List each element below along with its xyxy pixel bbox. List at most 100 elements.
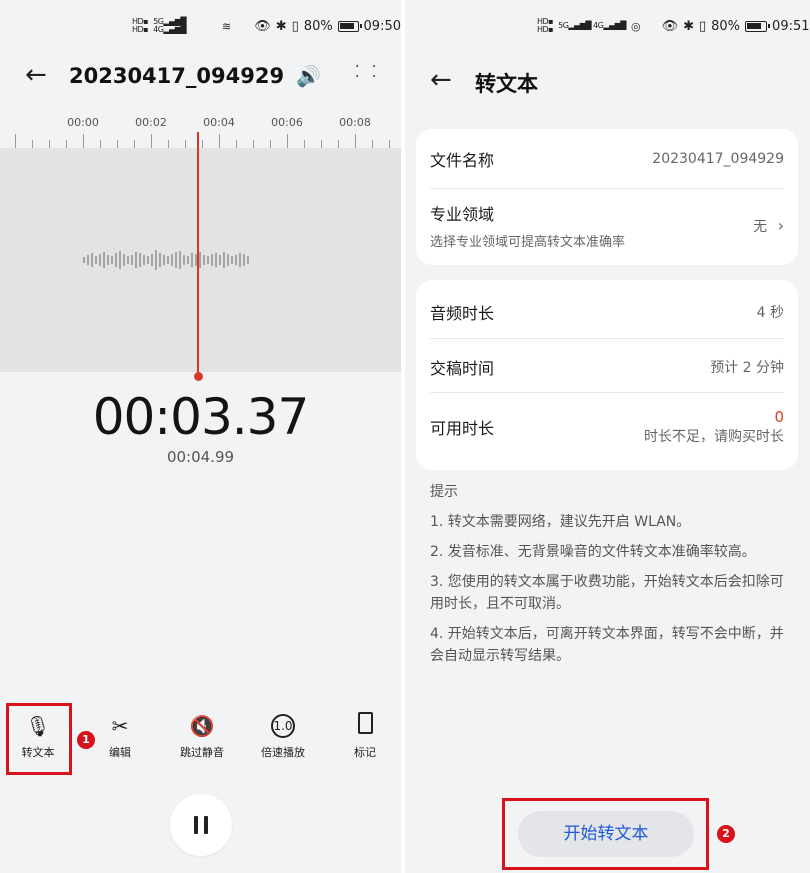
- waveform-bar: [235, 255, 237, 265]
- bookmark-button[interactable]: 标记: [330, 712, 400, 760]
- ruler-tick: [270, 140, 271, 148]
- waveform-bar: [207, 256, 209, 264]
- waveform-bar: [171, 254, 173, 266]
- recorder-playback-screen: HD▪ HD▪ 5G▂▄▆█ 4G▂▄▆█ ≋ 👁 ✱ ▯ 80% 09:50 ←…: [0, 0, 401, 873]
- waveform-bar: [191, 253, 193, 267]
- waveform-bar: [95, 256, 97, 264]
- eye-icon: 👁: [254, 18, 271, 34]
- mute-skip-icon: 🔇: [189, 714, 215, 738]
- status-time: 09:51: [772, 18, 810, 34]
- domain-value-group: 无 ›: [753, 216, 784, 236]
- file-info-card: 文件名称 20230417_094929 专业领域 选择专业领域可提高转文本准确…: [416, 129, 798, 265]
- waveform-area[interactable]: [0, 148, 401, 372]
- ruler-tick: [253, 140, 254, 148]
- edit-button[interactable]: ✂ 编辑: [85, 712, 155, 760]
- available-time-label: 可用时长: [430, 419, 495, 438]
- tick-label: 00:02: [135, 116, 167, 129]
- ruler-tick: [202, 140, 203, 148]
- battery-icon: [337, 20, 362, 32]
- ruler-tick: [372, 140, 373, 148]
- total-duration: 00:04.99: [166, 448, 235, 466]
- waveform-bar: [103, 252, 105, 268]
- back-arrow-icon[interactable]: ←: [25, 62, 47, 88]
- skip-silence-button[interactable]: 🔇 跳过静音: [167, 712, 237, 760]
- insufficient-time-note: 时长不足，请购买时长: [644, 429, 784, 445]
- waveform-bar: [175, 252, 177, 268]
- audio-duration-label: 音频时长: [430, 304, 495, 323]
- divider: [430, 188, 784, 189]
- delivery-time-label: 交稿时间: [430, 359, 495, 378]
- bluetooth-icon: ✱: [683, 18, 694, 34]
- waveform-bar: [167, 256, 169, 264]
- waveform-bar: [199, 252, 201, 268]
- tick-label: 00:06: [271, 116, 303, 129]
- waveform-bar: [211, 254, 213, 266]
- speed-icon: 1.0: [248, 712, 318, 740]
- tip-item: 3. 您使用的转文本属于收费功能，开始转文本后会扣除可用时长，且不可取消。: [430, 574, 784, 612]
- ruler-tick: [168, 140, 169, 148]
- ruler-tick: [355, 134, 356, 148]
- vibrate-icon: ▯: [698, 18, 707, 34]
- ruler-tick: [287, 134, 288, 148]
- file-name-label: 文件名称: [430, 151, 495, 170]
- audio-duration-row: 音频时长 4 秒: [430, 300, 784, 324]
- domain-hint: 选择专业领域可提高转文本准确率: [430, 235, 626, 250]
- wifi-icon: ◎: [630, 19, 641, 33]
- delivery-time-value: 预计 2 分钟: [710, 360, 784, 376]
- eye-icon: 👁: [661, 18, 679, 34]
- duration-info-card: 音频时长 4 秒 交稿时间 预计 2 分钟 可用时长 0 时长不足，请购买时长: [416, 280, 798, 470]
- waveform-bar: [227, 254, 229, 266]
- tool-label: 标记: [354, 746, 376, 759]
- ruler-tick: [219, 134, 220, 148]
- ruler-tick: [117, 140, 118, 148]
- playhead[interactable]: [197, 132, 199, 377]
- ruler-tick: [134, 140, 135, 148]
- current-time: 00:03.37: [92, 388, 310, 446]
- speech-to-text-screen: HD▪ HD▪ 5G▂▄▆█ 4G▂▄▆█ ◎ 👁 ✱ ▯ 80% 09:51 ←…: [405, 0, 810, 873]
- playback-speed-button[interactable]: 1.0 倍速播放: [248, 712, 318, 760]
- speaker-icon[interactable]: 🔊: [296, 64, 321, 88]
- waveform-bar: [119, 251, 121, 269]
- tips-section: 提示 1. 转文本需要网络，建议先开启 WLAN。 2. 发音标准、无背景噪音的…: [430, 481, 790, 667]
- available-time-value: 0: [774, 408, 784, 426]
- pause-button[interactable]: [170, 794, 232, 856]
- domain-row[interactable]: 专业领域 选择专业领域可提高转文本准确率 无 ›: [430, 201, 784, 250]
- domain-label: 专业领域: [430, 205, 495, 224]
- tool-label: 倍速播放: [261, 746, 305, 759]
- page-title: 转文本: [475, 72, 538, 96]
- waveform-bar: [159, 253, 161, 267]
- more-options-icon[interactable]: · · · ·: [355, 60, 380, 84]
- step-badge: 2: [717, 825, 735, 843]
- tick-label: 00:00: [67, 116, 99, 129]
- waveform-bar: [243, 254, 245, 266]
- step-badge: 1: [77, 731, 95, 749]
- network-signal-icon: 5G▂▄▆█ 4G▂▄▆█: [153, 17, 187, 34]
- tick-label: 00:08: [339, 116, 371, 129]
- bookmark-icon: [330, 712, 400, 740]
- hd-signal-icon: HD▪ HD▪: [537, 17, 554, 34]
- pause-icon-bar: [204, 816, 208, 834]
- ruler-tick: [304, 140, 305, 148]
- recording-title: 20230417_094929: [69, 64, 285, 88]
- tip-item: 4. 开始转文本后，可离开转文本界面，转写不会中断，并会自动显示转写结果。: [430, 626, 784, 664]
- playhead-handle[interactable]: [194, 372, 203, 381]
- waveform-bar: [247, 256, 249, 264]
- ruler-tick: [236, 140, 237, 148]
- waveform-bar: [183, 255, 185, 265]
- waveform-bar: [239, 253, 241, 267]
- battery-percent: 80%: [711, 18, 741, 34]
- chevron-right-icon: ›: [777, 215, 784, 235]
- waveform-bar: [135, 252, 137, 268]
- divider: [430, 338, 784, 339]
- waveform-bar: [187, 256, 189, 264]
- waveform-bar: [163, 255, 165, 265]
- waveform-bar: [143, 255, 145, 265]
- waveform-bar: [179, 251, 181, 269]
- file-name-row: 文件名称 20230417_094929: [430, 147, 784, 171]
- waveform-bar: [87, 255, 89, 265]
- back-arrow-icon[interactable]: ←: [430, 67, 452, 93]
- status-bar: HD▪ HD▪ 5G▂▄▆█ 4G▂▄▆█ ◎ 👁 ✱ ▯ 80% 09:51: [537, 14, 810, 38]
- waveform-bar: [107, 255, 109, 265]
- timeline-ruler[interactable]: 00:00 00:02 00:04 00:06 00:08: [0, 112, 401, 148]
- bluetooth-icon: ✱: [275, 18, 287, 34]
